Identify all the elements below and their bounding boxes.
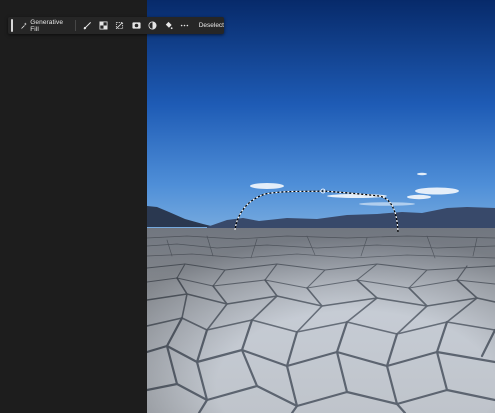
more-options-button[interactable] — [180, 20, 190, 32]
sky — [147, 0, 495, 232]
adjustment-layer-icon — [148, 21, 157, 30]
fill-selection-button[interactable] — [163, 20, 173, 32]
transform-selection-icon — [116, 21, 124, 30]
pasteboard-area — [0, 0, 147, 413]
deselect-button[interactable]: Deselect — [199, 22, 224, 29]
generative-fill-icon — [20, 22, 27, 29]
brush-selection-button[interactable] — [83, 20, 93, 32]
contextual-task-bar: Generative Fill Deselect — [8, 17, 224, 34]
create-mask-icon — [132, 22, 141, 29]
select-subject-icon — [99, 21, 108, 30]
document-canvas[interactable] — [147, 0, 495, 413]
fill-selection-icon — [165, 21, 173, 30]
brush-selection-icon — [83, 21, 92, 30]
generative-fill-button[interactable]: Generative Fill — [17, 18, 71, 33]
ground-shading — [147, 228, 495, 413]
taskbar-divider — [74, 20, 76, 31]
generative-fill-label: Generative Fill — [30, 18, 64, 33]
taskbar-drag-handle[interactable] — [11, 19, 13, 32]
landscape-photo — [147, 0, 495, 413]
transform-selection-button[interactable] — [115, 20, 125, 32]
select-subject-button[interactable] — [99, 20, 109, 32]
more-options-icon — [180, 24, 189, 27]
adjustment-layer-button[interactable] — [147, 20, 157, 32]
create-mask-button[interactable] — [131, 20, 141, 32]
